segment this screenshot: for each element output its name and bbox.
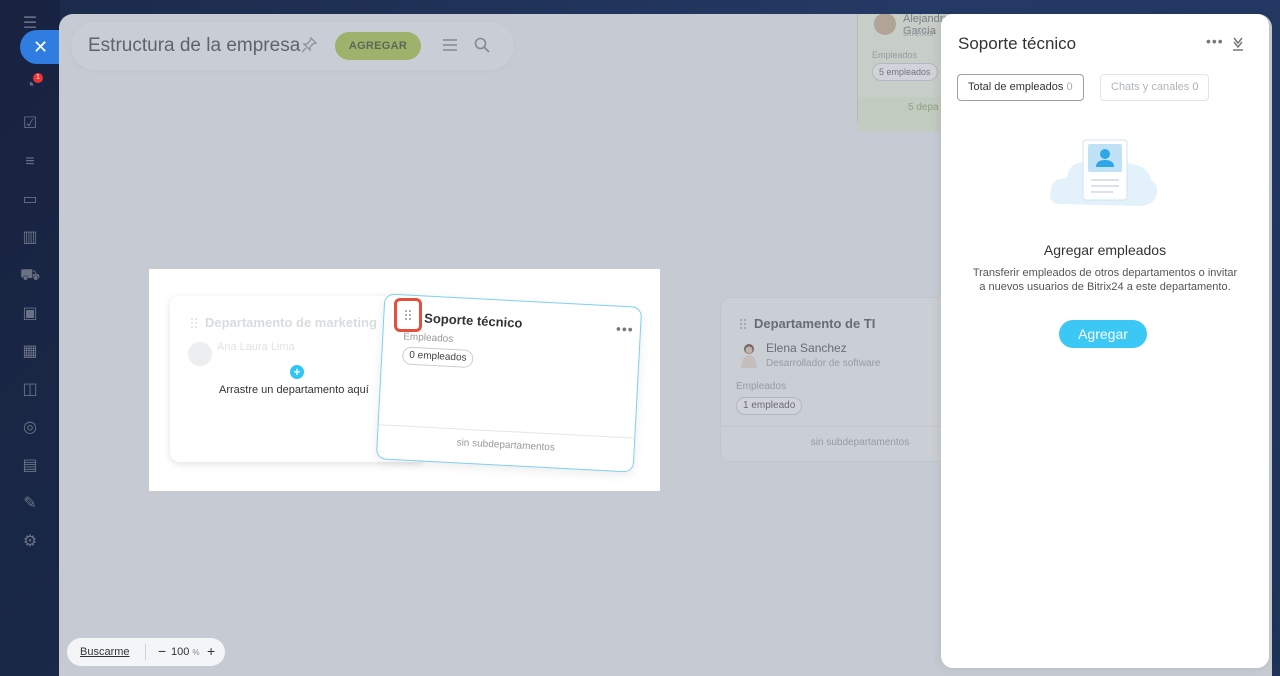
panel-title: Soporte técnico (958, 34, 1077, 53)
find-me-link[interactable]: Buscarme (80, 646, 130, 658)
department-detail-panel: Soporte técnico ••• Total de empleados 0… (941, 14, 1269, 668)
close-slider-button[interactable]: ✕ (20, 30, 64, 64)
zoom-in-button[interactable]: + (207, 643, 215, 659)
automation-icon[interactable]: ◎ (20, 418, 40, 438)
plus-icon: + (290, 365, 304, 379)
avatar (188, 342, 212, 366)
document-icon[interactable]: ▤ (20, 456, 40, 476)
company-structure-icon[interactable]: ▣ (20, 304, 40, 324)
filter-icon[interactable]: ≡ (20, 152, 40, 172)
close-icon: ✕ (33, 37, 49, 57)
employees-chip[interactable]: 0 empleados (401, 346, 474, 369)
sign-icon[interactable]: ✎ (20, 494, 40, 514)
inbox-icon[interactable]: ▭ (20, 190, 40, 210)
add-employees-button[interactable]: Agregar (1059, 320, 1147, 348)
drag-grip-icon[interactable] (190, 317, 198, 329)
employee-card-illustration-icon (1050, 139, 1158, 206)
tab-employees[interactable]: Total de empleados 0 (957, 74, 1084, 101)
zoom-out-button[interactable]: − (158, 643, 166, 659)
department-title: Departamento de marketing (205, 315, 377, 330)
department-title: Soporte técnico (423, 310, 523, 331)
empty-state-title: Agregar empleados (1043, 242, 1167, 258)
drag-handle-highlight[interactable] (394, 298, 422, 332)
empty-state-description: Transferir empleados de otros departamen… (972, 267, 1238, 293)
more-icon[interactable]: ••• (616, 321, 635, 338)
more-icon[interactable]: ••• (1206, 33, 1224, 49)
drag-grip-icon[interactable] (404, 309, 412, 321)
drop-zone-text: Arrastre un departamento aquí (219, 384, 369, 396)
zoom-level: 100 % (171, 646, 200, 658)
storage-icon[interactable]: ◫ (20, 380, 40, 400)
zoom-control: Buscarme − 100 % + (67, 638, 225, 666)
cart-icon[interactable]: ⛟ (20, 266, 40, 286)
notification-badge: 1 (33, 73, 43, 83)
employees-label: Empleados (402, 331, 454, 346)
app-sidebar: ☰ ✕ ◔ 1 ☑ ≡ ▭ ▥ ⛟ ▣ ▦ ◫ ◎ ▤ ✎ ⚙ (0, 0, 64, 676)
tasks-icon[interactable]: ☑ (20, 114, 40, 134)
subdepartments-footer[interactable]: sin subdepartamentos (377, 424, 635, 458)
settings-icon[interactable]: ⚙ (20, 532, 40, 552)
calendar-icon[interactable]: ▦ (20, 342, 40, 362)
collapse-icon[interactable] (1231, 35, 1245, 51)
person-name: Ana Laura Lima (217, 341, 295, 353)
analytics-icon[interactable]: ▥ (20, 228, 40, 248)
tab-chats-channels[interactable]: Chats y canales 0 (1100, 74, 1210, 101)
